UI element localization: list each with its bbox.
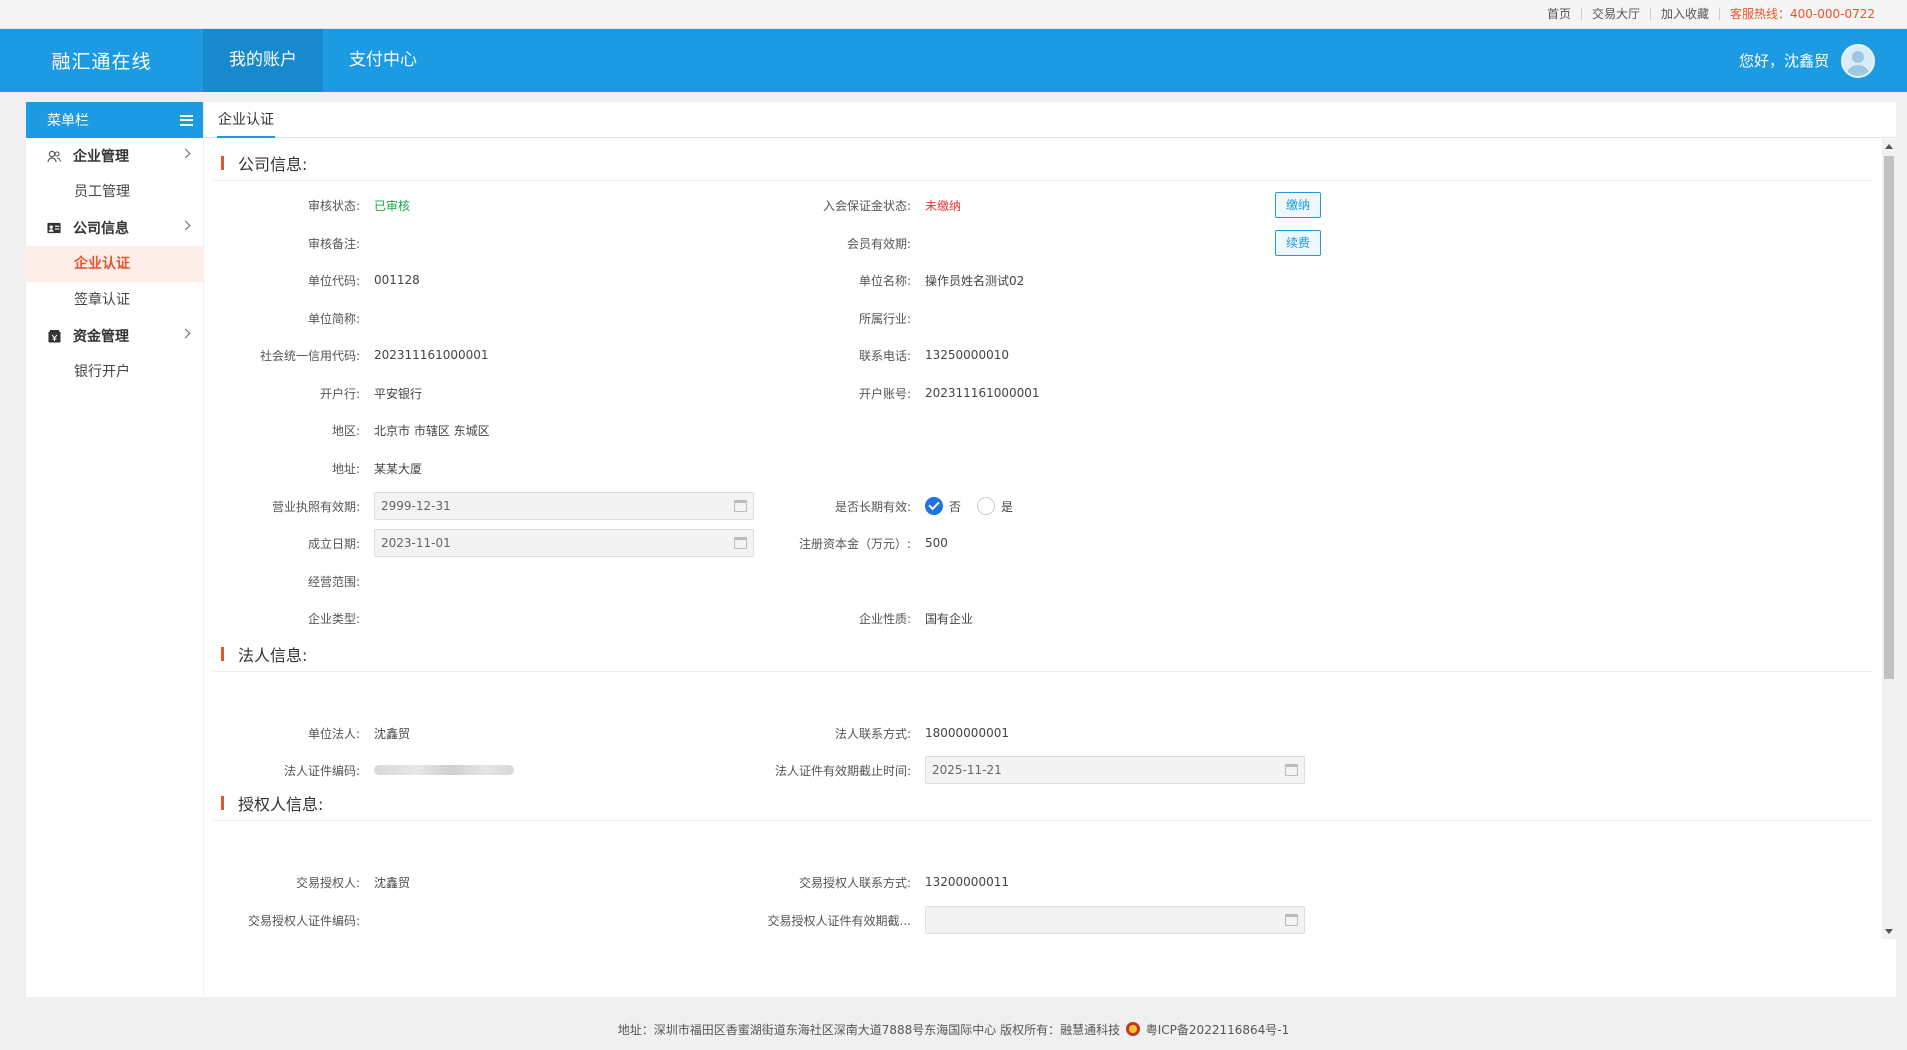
scroll-up-icon[interactable] bbox=[1885, 144, 1893, 149]
auth-id-expire-input[interactable] bbox=[925, 906, 1305, 934]
brand-logo[interactable]: 融汇通在线 bbox=[0, 47, 203, 74]
users-icon bbox=[47, 149, 61, 163]
sidebar-group-label: 资金管理 bbox=[73, 329, 129, 345]
sidebar-header: 菜单栏 bbox=[26, 102, 203, 138]
long-term-yes-radio[interactable] bbox=[977, 497, 996, 515]
field-scope: 经营范围: bbox=[307, 574, 360, 589]
home-link[interactable]: 首页 bbox=[1537, 8, 1582, 20]
sidebar-item-staff[interactable]: 员工管理 bbox=[26, 174, 203, 210]
field-short-name: 单位简称: bbox=[307, 311, 360, 326]
sidebar-group-label: 公司信息 bbox=[73, 221, 129, 237]
chevron-right-icon bbox=[180, 220, 191, 231]
add-favorite-link[interactable]: 加入收藏 bbox=[1651, 8, 1720, 20]
nav-my-account[interactable]: 我的账户 bbox=[203, 29, 323, 92]
field-auth-phone: 交易授权人联系方式: 13200000011 bbox=[798, 875, 1009, 890]
field-auth-id: 交易授权人证件编码: bbox=[247, 913, 360, 928]
user-greeting[interactable]: 您好，沈鑫贸 bbox=[1739, 50, 1829, 71]
field-bank: 开户行: 平安银行 bbox=[319, 386, 423, 401]
chevron-right-icon bbox=[180, 328, 191, 339]
field-found-date: 成立日期: 2023-11-01 bbox=[204, 529, 754, 557]
trade-hall-link[interactable]: 交易大厅 bbox=[1582, 8, 1651, 20]
nav-payment-center[interactable]: 支付中心 bbox=[323, 29, 443, 92]
user-avatar-icon[interactable] bbox=[1841, 43, 1875, 78]
section-company-info: 公司信息: bbox=[214, 145, 1872, 181]
field-audit-remark: 审核备注: bbox=[307, 236, 360, 251]
field-legal-phone: 法人联系方式: 18000000001 bbox=[834, 726, 1009, 741]
field-account: 开户账号: 202311161000001 bbox=[858, 386, 1040, 401]
main-panel: 企业认证 公司信息: 审核状态: 已审核 入会保证金状态: 未缴纳 缴纳 审核备… bbox=[204, 102, 1896, 997]
sidebar-menu: 菜单栏 企业管理 员工管理 公司信息 企业认证 签章认证 资金管理 银行开户 bbox=[26, 102, 203, 997]
main-header: 融汇通在线 我的账户 支付中心 您好，沈鑫贸 bbox=[0, 29, 1907, 92]
long-term-no-radio[interactable] bbox=[925, 497, 943, 515]
field-audit-status: 审核状态: 已审核 bbox=[307, 198, 411, 213]
sidebar-title: 菜单栏 bbox=[47, 113, 89, 129]
footer-address: 地址：深圳市福田区香蜜湖街道东海社区深南大道7888号东海国际中心 版权所有：融… bbox=[617, 1023, 1121, 1037]
sidebar-group-label: 企业管理 bbox=[73, 149, 129, 165]
legal-id-expire-input[interactable]: 2025-11-21 bbox=[925, 756, 1305, 784]
field-auth-person: 交易授权人: 沈鑫贸 bbox=[295, 875, 411, 890]
id-card-icon bbox=[47, 221, 61, 235]
sidebar-group-enterprise[interactable]: 企业管理 bbox=[26, 138, 203, 174]
section-title: 授权人信息: bbox=[238, 794, 324, 814]
page-footer: 地址：深圳市福田区香蜜湖街道东海社区深南大道7888号东海国际中心 版权所有：融… bbox=[0, 1010, 1907, 1050]
tab-enterprise-cert[interactable]: 企业认证 bbox=[217, 102, 275, 138]
police-badge-icon bbox=[1125, 1022, 1140, 1036]
field-unit-code: 单位代码: 001128 bbox=[307, 273, 420, 288]
section-legal-info: 法人信息: bbox=[214, 636, 1872, 672]
field-unit-name: 单位名称: 操作员姓名测试02 bbox=[858, 273, 1025, 288]
sidebar-item-seal-cert[interactable]: 签章认证 bbox=[26, 282, 203, 318]
sidebar-item-bank-open[interactable]: 银行开户 bbox=[26, 354, 203, 390]
field-license-valid: 营业执照有效期: 2999-12-31 bbox=[204, 492, 754, 520]
calendar-icon bbox=[1285, 764, 1298, 776]
field-nature: 企业性质: 国有企业 bbox=[858, 611, 974, 626]
sidebar-group-company[interactable]: 公司信息 bbox=[26, 210, 203, 246]
scrollbar-thumb[interactable] bbox=[1884, 156, 1894, 679]
license-valid-date-input[interactable]: 2999-12-31 bbox=[374, 492, 754, 520]
tab-bar: 企业认证 bbox=[204, 102, 1896, 138]
menu-toggle-icon[interactable] bbox=[180, 114, 193, 126]
top-utility-bar: 首页 交易大厅 加入收藏 客服热线：400-000-0722 bbox=[0, 0, 1907, 29]
footer-icp[interactable]: 粤ICP备2022116864号-1 bbox=[1146, 1023, 1289, 1037]
pay-deposit-button[interactable]: 缴纳 bbox=[1275, 192, 1322, 218]
scroll-down-icon[interactable] bbox=[1885, 929, 1893, 934]
field-legal-id: 法人证件编码: bbox=[204, 756, 514, 784]
section-title: 法人信息: bbox=[238, 645, 308, 665]
vertical-scrollbar[interactable] bbox=[1882, 139, 1896, 939]
sidebar-item-enterprise-cert[interactable]: 企业认证 bbox=[26, 246, 203, 282]
field-member-valid: 会员有效期: bbox=[846, 236, 911, 251]
found-date-input[interactable]: 2023-11-01 bbox=[374, 529, 754, 557]
form-content: 公司信息: 审核状态: 已审核 入会保证金状态: 未缴纳 缴纳 审核备注: 会员… bbox=[204, 139, 1882, 997]
section-authorized-info: 授权人信息: bbox=[214, 785, 1872, 821]
calendar-icon bbox=[1285, 914, 1298, 926]
field-region: 地区: 北京市 市辖区 东城区 bbox=[331, 423, 490, 438]
field-type: 企业类型: bbox=[307, 611, 360, 626]
section-title: 公司信息: bbox=[238, 154, 308, 174]
field-capital: 注册资本金（万元）: 500 bbox=[798, 536, 948, 551]
masked-id-value bbox=[374, 765, 514, 775]
wallet-icon bbox=[47, 329, 61, 343]
audit-status-value: 已审核 bbox=[374, 198, 411, 213]
field-long-term: 是否长期有效: 否 是 bbox=[732, 492, 1029, 520]
field-deposit-status: 入会保证金状态: 未缴纳 bbox=[822, 198, 962, 213]
field-phone: 联系电话: 13250000010 bbox=[858, 348, 1009, 363]
deposit-status-value: 未缴纳 bbox=[925, 198, 962, 213]
chevron-right-icon bbox=[180, 148, 191, 159]
field-industry: 所属行业: bbox=[858, 311, 911, 326]
field-legal-id-expire: 法人证件有效期截止时间: 2025-11-21 bbox=[732, 756, 1305, 784]
hotline-text: 客服热线：400-000-0722 bbox=[1729, 7, 1875, 21]
field-credit-code: 社会统一信用代码: 202311161000001 bbox=[259, 348, 489, 363]
renew-button[interactable]: 续费 bbox=[1275, 230, 1322, 256]
field-legal-person: 单位法人: 沈鑫贸 bbox=[307, 726, 411, 741]
field-auth-id-expire: 交易授权人证件有效期截... bbox=[732, 906, 1305, 934]
field-address: 地址: 某某大厦 bbox=[331, 461, 423, 476]
sidebar-group-funds[interactable]: 资金管理 bbox=[26, 318, 203, 354]
